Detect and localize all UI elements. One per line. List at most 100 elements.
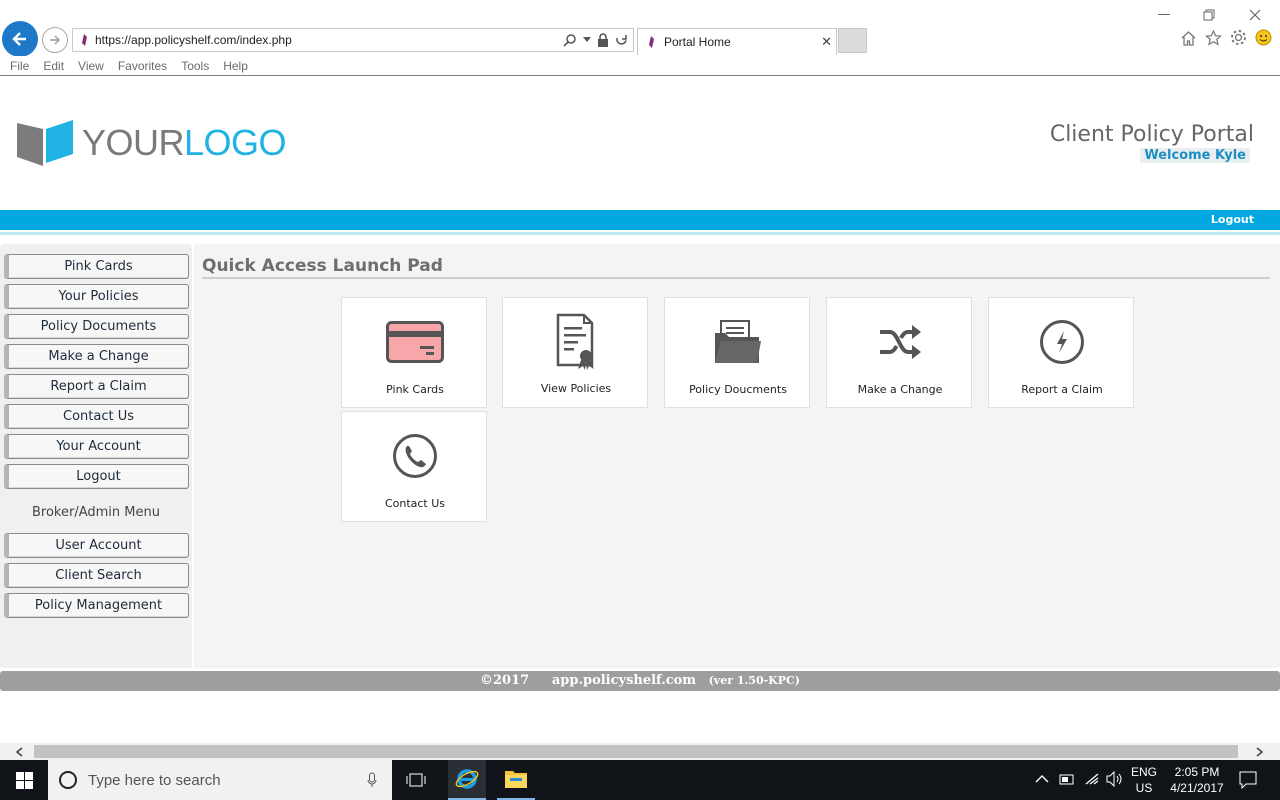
sidebar-item-report-a-claim[interactable]: Report a Claim	[4, 374, 189, 399]
search-icon[interactable]	[563, 33, 577, 47]
sidebar-item-logout[interactable]: Logout	[4, 464, 189, 489]
sidebar-item-your-policies[interactable]: Your Policies	[4, 284, 189, 309]
menu-view[interactable]: View	[78, 59, 104, 73]
portal-page: YOURLOGO Client Policy Portal Welcome Ky…	[0, 77, 1280, 743]
windows-taskbar: Type here to search ENG US 2:05 PM 4/21/…	[0, 760, 1280, 800]
sidebar-item-client-search[interactable]: Client Search	[4, 563, 189, 588]
company-logo[interactable]: YOURLOGO	[16, 119, 287, 167]
logo-cube-icon	[17, 120, 73, 166]
search-placeholder: Type here to search	[88, 771, 221, 789]
sidebar-item-pink-cards[interactable]: Pink Cards	[4, 254, 189, 279]
close-tab-icon[interactable]: ✕	[821, 35, 832, 50]
folder-icon	[505, 771, 527, 788]
sidebar-item-policy-management[interactable]: Policy Management	[4, 593, 189, 618]
scrollbar-thumb[interactable]	[34, 745, 1238, 758]
taskbar-internet-explorer[interactable]	[448, 760, 486, 800]
launch-pad-panel: Quick Access Launch Pad Pink Cards View …	[194, 244, 1280, 668]
tile-label: Pink Cards	[386, 383, 444, 396]
tile-policy-documents[interactable]: Policy Doucments	[664, 297, 810, 408]
menu-help[interactable]: Help	[223, 59, 248, 73]
title-divider	[202, 277, 1270, 279]
scroll-left-icon[interactable]	[15, 747, 25, 757]
battery-power-icon[interactable]	[1059, 772, 1075, 786]
lock-icon[interactable]	[597, 33, 609, 47]
close-window-button[interactable]	[1233, 2, 1277, 28]
chevron-down-icon[interactable]	[583, 37, 591, 43]
restore-button[interactable]	[1187, 2, 1231, 28]
tile-contact-us[interactable]: Contact Us	[341, 411, 487, 522]
taskbar-file-explorer[interactable]	[497, 760, 535, 800]
wifi-icon[interactable]	[1083, 772, 1101, 786]
taskbar-search-box[interactable]: Type here to search	[48, 760, 392, 800]
logout-link[interactable]: Logout	[1211, 213, 1254, 226]
region-code: US	[1135, 781, 1153, 795]
notifications-icon[interactable]	[1239, 771, 1257, 789]
search-circle-icon	[59, 771, 77, 789]
sidebar-item-contact-us[interactable]: Contact Us	[4, 404, 189, 429]
refresh-icon[interactable]	[615, 34, 628, 47]
broker-admin-heading: Broker/Admin Menu	[32, 505, 160, 520]
horizontal-scrollbar[interactable]	[0, 743, 1280, 760]
sidebar-item-user-account[interactable]: User Account	[4, 533, 189, 558]
scroll-right-icon[interactable]	[1254, 747, 1264, 757]
page-footer: ©2017 app.policyshelf.com (ver 1.50-KPC)	[0, 671, 1280, 691]
menu-file[interactable]: File	[10, 59, 29, 73]
sidebar-item-your-account[interactable]: Your Account	[4, 434, 189, 459]
language-indicator[interactable]: ENG US	[1128, 764, 1160, 796]
forward-button[interactable]	[42, 27, 68, 53]
tile-label: View Policies	[540, 382, 612, 395]
folder-documents-icon	[665, 312, 811, 372]
menu-tools[interactable]: Tools	[181, 59, 209, 73]
menu-edit[interactable]: Edit	[43, 59, 64, 73]
home-icon[interactable]	[1180, 30, 1197, 46]
task-view-icon	[406, 773, 426, 787]
menu-favorites[interactable]: Favorites	[118, 59, 167, 73]
url-text[interactable]: https://app.policyshelf.com/index.php	[95, 33, 563, 47]
tile-pink-cards[interactable]: Pink Cards	[341, 297, 487, 408]
smiley-feedback-icon[interactable]	[1255, 29, 1272, 46]
page-title: Quick Access Launch Pad	[202, 256, 443, 276]
phone-circle-icon	[342, 426, 488, 486]
header-divider	[0, 232, 1280, 235]
logo-text-logo: LOGO	[184, 122, 287, 163]
tile-label: Contact Us	[384, 497, 446, 510]
volume-icon[interactable]	[1106, 771, 1124, 787]
back-button[interactable]	[2, 21, 38, 57]
tile-make-a-change[interactable]: Make a Change	[826, 297, 972, 408]
footer-version: (ver 1.50-KPC)	[708, 674, 800, 687]
star-favorites-icon[interactable]	[1205, 29, 1222, 46]
minimize-icon	[1158, 14, 1170, 15]
tile-view-policies[interactable]: View Policies	[502, 297, 648, 408]
browser-menubar: File Edit View Favorites Tools Help	[0, 56, 1280, 76]
address-bar[interactable]: https://app.policyshelf.com/index.php	[72, 28, 634, 52]
tile-report-a-claim[interactable]: Report a Claim	[988, 297, 1134, 408]
chevron-up-icon[interactable]	[1035, 774, 1049, 784]
header-bar	[0, 210, 1280, 230]
new-tab-button[interactable]	[838, 28, 867, 53]
certificate-document-icon	[503, 312, 649, 372]
language-code: ENG	[1130, 765, 1157, 779]
tile-label: Report a Claim	[1021, 383, 1103, 396]
system-clock[interactable]: 2:05 PM 4/21/2017	[1164, 764, 1230, 796]
start-button[interactable]	[0, 760, 48, 800]
footer-copyright: ©2017	[480, 673, 530, 688]
microphone-icon[interactable]	[367, 772, 377, 788]
gear-icon[interactable]	[1230, 29, 1247, 46]
lightning-circle-icon	[989, 312, 1135, 372]
minimize-button[interactable]	[1142, 2, 1186, 28]
sidebar-item-make-a-change[interactable]: Make a Change	[4, 344, 189, 369]
arrow-right-icon	[50, 35, 60, 45]
site-favicon	[649, 36, 654, 48]
close-icon	[1249, 9, 1261, 21]
task-view-button[interactable]	[400, 760, 432, 800]
logo-text-your: YOUR	[82, 122, 185, 163]
browser-titlebar: https://app.policyshelf.com/index.php Po…	[0, 0, 1280, 57]
tab-title: Portal Home	[664, 35, 731, 49]
credit-card-icon	[342, 312, 488, 372]
sidebar-item-policy-documents[interactable]: Policy Documents	[4, 314, 189, 339]
tile-label: Policy Doucments	[689, 383, 787, 396]
arrow-left-icon	[12, 32, 26, 46]
windows-logo-icon	[15, 771, 33, 789]
site-favicon	[73, 33, 95, 47]
browser-tab[interactable]: Portal Home ✕	[637, 28, 837, 55]
